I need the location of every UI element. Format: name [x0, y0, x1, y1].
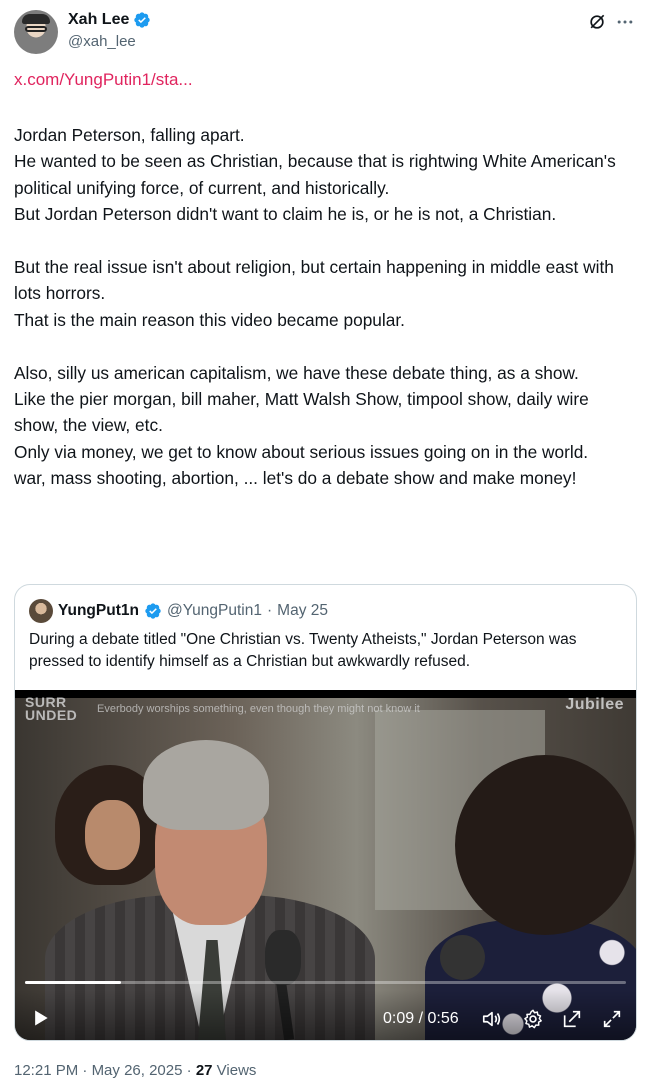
pip-icon[interactable] — [561, 1008, 583, 1030]
quoted-handle[interactable]: @YungPutin1 — [167, 602, 262, 620]
views-label: Views — [216, 1062, 257, 1079]
quoted-avatar[interactable] — [29, 599, 53, 623]
meta-separator: · — [82, 1062, 88, 1079]
tweet-link[interactable]: x.com/YungPutin1/sta... — [14, 70, 193, 90]
tweet-line: war, mass shooting, abortion, ... let's … — [14, 468, 577, 489]
video-caption: Everbody worships something, even though… — [97, 703, 420, 715]
avatar[interactable] — [14, 10, 58, 54]
quoted-tweet-header: YungPut1n @YungPutin1 · May 25 — [29, 599, 328, 623]
video-frame-mic — [265, 930, 301, 985]
tweet-line: Like the pier morgan, bill maher, Matt W… — [14, 389, 589, 436]
tweet-line: Only via money, we get to know about ser… — [14, 441, 589, 462]
video-frame-mic-2 — [440, 935, 485, 980]
tweet-meta: 12:21 PM · May 26, 2025 · 27 Views — [14, 1062, 256, 1079]
author-handle[interactable]: @xah_lee — [68, 33, 136, 50]
quoted-tweet[interactable]: YungPut1n @YungPutin1 · May 25 During a … — [14, 584, 637, 1041]
tweet-body: Jordan Peterson, falling apart. He wante… — [14, 122, 634, 492]
quoted-date[interactable]: May 25 — [277, 602, 328, 620]
video-brand-watermark: Jubilee — [565, 696, 624, 713]
quoted-text: During a debate titled "One Christian vs… — [29, 631, 577, 670]
avatar-glasses — [25, 26, 47, 32]
video-progress-fill — [25, 981, 122, 984]
quoted-display-name[interactable]: YungPut1n — [58, 602, 139, 620]
verified-badge-icon — [134, 12, 151, 28]
avatar-hair — [22, 14, 50, 24]
video-watermark-logo: SURR UNDED — [25, 695, 78, 723]
tweet-line: But Jordan Peterson didn't want to claim… — [14, 204, 557, 225]
video-player[interactable]: SURR UNDED Everbody worships something, … — [15, 690, 636, 1040]
tweet-line: Jordan Peterson, falling apart. — [14, 125, 245, 145]
video-frame-woman-hair — [455, 755, 635, 935]
grok-icon[interactable] — [587, 12, 607, 32]
tweet-line: But the real issue isn't about religion,… — [14, 257, 614, 304]
play-icon[interactable] — [31, 1008, 51, 1028]
tweet-line: He wanted to be seen as Christian, becau… — [14, 151, 616, 198]
video-frame-hair — [143, 740, 269, 830]
more-icon[interactable] — [615, 12, 635, 32]
tweet-line: That is the main reason this video becam… — [14, 309, 405, 330]
video-logo-line2: UNDED — [25, 707, 78, 723]
tweet-time[interactable]: 12:21 PM — [14, 1062, 78, 1079]
fullscreen-icon[interactable] — [601, 1008, 623, 1030]
verified-badge-icon — [145, 603, 161, 619]
video-frame-face-left — [85, 800, 140, 870]
volume-icon[interactable] — [481, 1008, 503, 1030]
tweet-line: Also, silly us american capitalism, we h… — [14, 362, 579, 383]
tweet-header: Xah Lee @xah_lee — [14, 8, 637, 56]
meta-separator: · — [186, 1062, 192, 1079]
views-count: 27 — [195, 1062, 213, 1079]
video-top-bar — [15, 690, 636, 698]
quoted-separator: · — [266, 602, 273, 619]
settings-icon[interactable] — [522, 1008, 544, 1030]
video-time: 0:09 / 0:56 — [383, 1010, 459, 1027]
author-display-name[interactable]: Xah Lee — [68, 11, 129, 29]
tweet-date[interactable]: May 26, 2025 — [92, 1062, 183, 1079]
author-name-row: Xah Lee — [68, 11, 151, 29]
video-progress-bar[interactable] — [25, 981, 626, 984]
